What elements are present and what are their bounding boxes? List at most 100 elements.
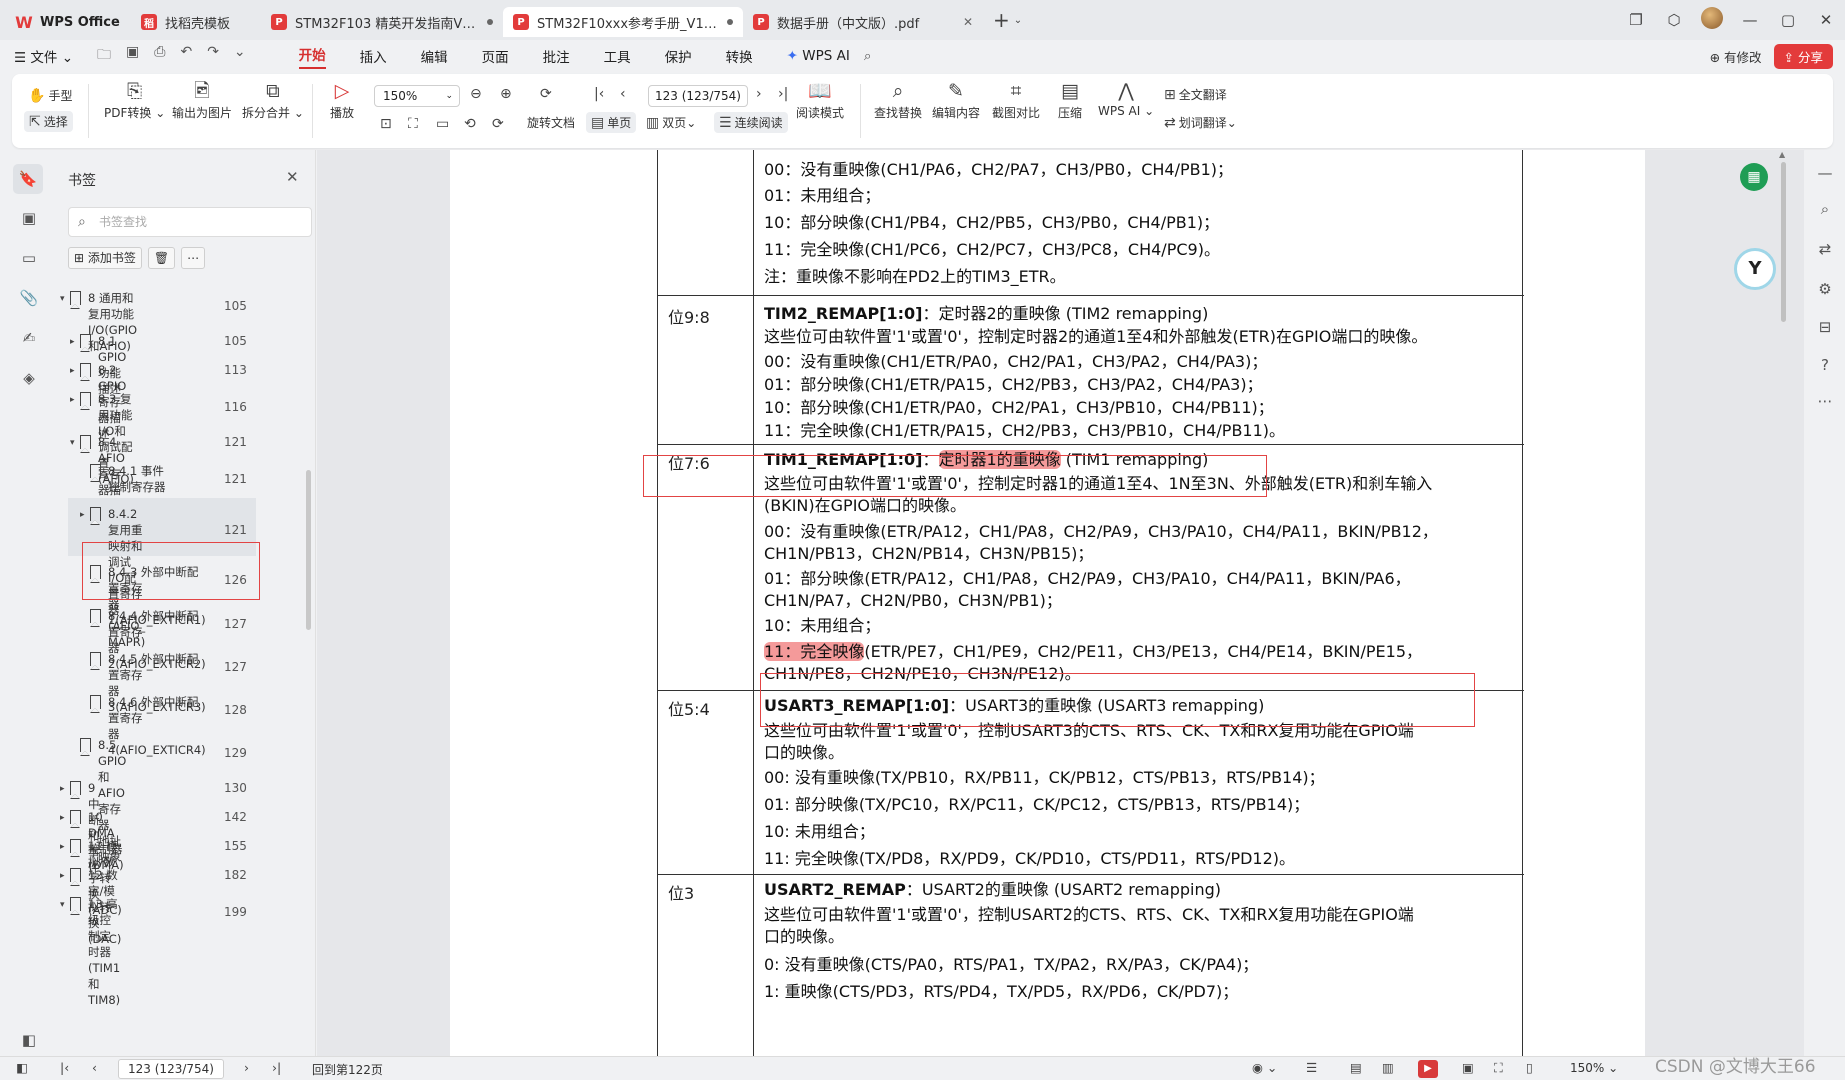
select-tool-button[interactable]: ⇱ 选择 [24, 111, 73, 132]
rotate-left-icon[interactable]: ⟲ [464, 116, 479, 132]
full-translate-button[interactable]: ⊞ 全文翻译 [1164, 86, 1227, 103]
add-bookmark-button[interactable]: ⊞ 添加书签 [68, 247, 142, 269]
search-icon[interactable]: ⌕ [1815, 200, 1835, 218]
compress-button[interactable]: ▤ 压缩 [1058, 78, 1082, 121]
read-mode-button[interactable]: 📖 阅读模式 [796, 78, 844, 121]
avatar[interactable] [1693, 7, 1731, 33]
actual-size-icon[interactable]: ⊡ [380, 116, 395, 132]
caret-right-icon[interactable]: ▸ [60, 810, 65, 826]
book-icon[interactable]: ⊟ [1815, 318, 1835, 336]
maximize-icon[interactable]: ▢ [1769, 11, 1807, 29]
tab-datasheet[interactable]: P 数据手册（中文版）.pdf ✕ [743, 7, 983, 37]
split-merge-button[interactable]: ⧉ 拆分合并 ⌄ [242, 78, 304, 121]
status-page-input[interactable]: 123 (123/754) [118, 1059, 224, 1079]
page-number-input[interactable]: 123 (123/754) [648, 85, 748, 107]
open-folder-icon[interactable]: 🗀 [97, 44, 111, 68]
share-button[interactable]: ⇪ 分享 [1773, 44, 1833, 69]
caret-right-icon[interactable]: ▸ [70, 392, 75, 408]
double-page-icon[interactable]: ▥ [1382, 1060, 1394, 1075]
add-tab-icon[interactable]: + [993, 8, 1010, 32]
settings-slider-icon[interactable]: ⚙ [1815, 280, 1835, 298]
play-icon[interactable]: ▶ [1418, 1060, 1438, 1078]
rotate-right-icon[interactable]: ⟳ [492, 116, 507, 132]
modified-indicator[interactable]: ⊕ 有修改 [1710, 47, 1762, 66]
document-viewer[interactable]: 00：没有重映像(CH1/PA6，CH2/PA7，CH3/PB0，CH4/PB1… [317, 150, 1804, 1056]
single-page-icon[interactable]: ▤ [1350, 1060, 1362, 1075]
caret-right-icon[interactable]: ▸ [80, 507, 85, 523]
fit-page-icon[interactable]: ⛶ [408, 116, 421, 132]
zoom-select[interactable]: 150% ⌄ [374, 85, 460, 107]
menu-convert[interactable]: 转换 [726, 46, 753, 66]
attachment-icon[interactable]: 📎 [17, 286, 41, 310]
last-page-icon[interactable]: ›| [272, 1060, 281, 1075]
search-icon[interactable]: ⌕ [864, 48, 872, 64]
prev-page-icon[interactable]: ‹ [92, 1060, 97, 1075]
hand-tool-button[interactable]: ✋ 手型 [28, 87, 72, 104]
close-icon[interactable]: ✕ [963, 15, 973, 29]
menu-file[interactable]: ☰ 文件 ⌄ [14, 46, 73, 66]
more-icon[interactable]: ⋯ [181, 247, 206, 269]
tab-reference-manual[interactable]: P STM32F10xxx参考手册_V10（中文版）.pdf [503, 7, 743, 37]
redo-icon[interactable]: ↷ [207, 44, 219, 68]
tab-docer[interactable]: 稻 找稻壳模板 [131, 7, 261, 37]
unsaved-dot-icon[interactable] [727, 19, 733, 25]
comment-icon[interactable]: ▭ [17, 246, 41, 270]
undo-icon[interactable]: ↶ [180, 44, 192, 68]
print-icon[interactable]: ⎙ [154, 44, 165, 68]
first-page-icon[interactable]: |‹ [594, 86, 607, 102]
scroll-up-icon[interactable]: ▲ [1779, 150, 1785, 159]
caret-down-icon[interactable]: ▾ [70, 435, 75, 451]
close-icon[interactable]: ✕ [286, 168, 299, 186]
save-icon[interactable]: ▣ [126, 44, 139, 68]
document-scrollbar[interactable]: ▲ [1779, 150, 1789, 1056]
caret-right-icon[interactable]: ▸ [70, 363, 75, 379]
prev-page-icon[interactable]: ‹ [620, 86, 629, 102]
double-page-button[interactable]: ▥ 双页 ⌄ [646, 114, 696, 131]
bookmark-panel-icon[interactable]: 🔖 [13, 164, 43, 194]
find-replace-button[interactable]: ⌕ 查找替换 [874, 78, 922, 121]
continuous-read-button[interactable]: ☰ 连续阅读 [714, 112, 788, 133]
bookmark-search-input[interactable]: ⌕ 书签查找 [68, 207, 312, 237]
screenshot-compare-button[interactable]: ⌗ 截图对比 [992, 78, 1040, 121]
next-page-icon[interactable]: › [244, 1060, 249, 1075]
fit-width-icon[interactable]: ⛶ [1494, 1060, 1503, 1076]
word-translate-button[interactable]: ⇄ 划词翻译 ⌄ [1164, 114, 1237, 131]
wps-ai-button[interactable]: ⋀ WPS AI ⌄ [1098, 78, 1154, 118]
menu-tools[interactable]: 工具 [604, 46, 631, 66]
caret-down-icon[interactable]: ▾ [60, 897, 65, 913]
menu-edit[interactable]: 编辑 [421, 46, 448, 66]
edit-content-button[interactable]: ✎ 编辑内容 [932, 78, 980, 121]
tab-stm32f103-guide[interactable]: P STM32F103 精英开发指南V1.3.pdf [261, 7, 503, 37]
fit-width-icon[interactable]: ▭ [436, 116, 452, 132]
eye-icon[interactable]: ◉ ⌄ [1252, 1060, 1277, 1075]
menu-page[interactable]: 页面 [482, 46, 509, 66]
rotate-doc-icon[interactable]: ⟳ [540, 86, 555, 102]
first-page-icon[interactable]: |‹ [60, 1060, 69, 1075]
ai-assistant-icon[interactable]: Y [1734, 248, 1776, 290]
signature-icon[interactable]: ✍ [17, 326, 41, 350]
caret-right-icon[interactable]: ▸ [60, 839, 65, 855]
unsaved-dot-icon[interactable] [487, 19, 493, 25]
zoom-out-icon[interactable]: ⊖ [470, 86, 485, 102]
chevron-down-icon[interactable]: ⌄ [234, 44, 246, 68]
more-icon[interactable]: ⋯ [1815, 392, 1835, 410]
dash-icon[interactable]: — [1815, 164, 1835, 182]
back-to-page-link[interactable]: 回到第122页 [312, 1061, 383, 1078]
pdf-convert-button[interactable]: ⎘ PDF转换 ⌄ [104, 78, 165, 121]
continuous-view-icon[interactable]: ☰ [1306, 1060, 1317, 1075]
cube-icon[interactable]: ⬡ [1655, 11, 1693, 29]
fit-page-icon[interactable]: ▣ [1462, 1060, 1474, 1075]
help-icon[interactable]: ? [1815, 356, 1835, 374]
tab-wps-office[interactable]: W WPS Office [6, 7, 131, 37]
menu-wps-ai[interactable]: ✦ WPS AI [787, 48, 850, 64]
toggle-sidebar-icon[interactable]: ◧ [17, 1028, 41, 1052]
last-page-icon[interactable]: ›| [778, 86, 791, 102]
play-button[interactable]: ▷ 播放 [330, 78, 354, 121]
caret-right-icon[interactable]: ▸ [60, 781, 65, 797]
sync-icon[interactable]: ⇄ [1815, 240, 1835, 258]
chevron-down-icon[interactable]: ⌄ [1014, 15, 1022, 26]
caret-down-icon[interactable]: ▾ [60, 291, 65, 307]
export-image-button[interactable]: 🖻 输出为图片 [172, 78, 232, 121]
caret-right-icon[interactable]: ▸ [70, 334, 75, 350]
menu-insert[interactable]: 插入 [360, 46, 387, 66]
